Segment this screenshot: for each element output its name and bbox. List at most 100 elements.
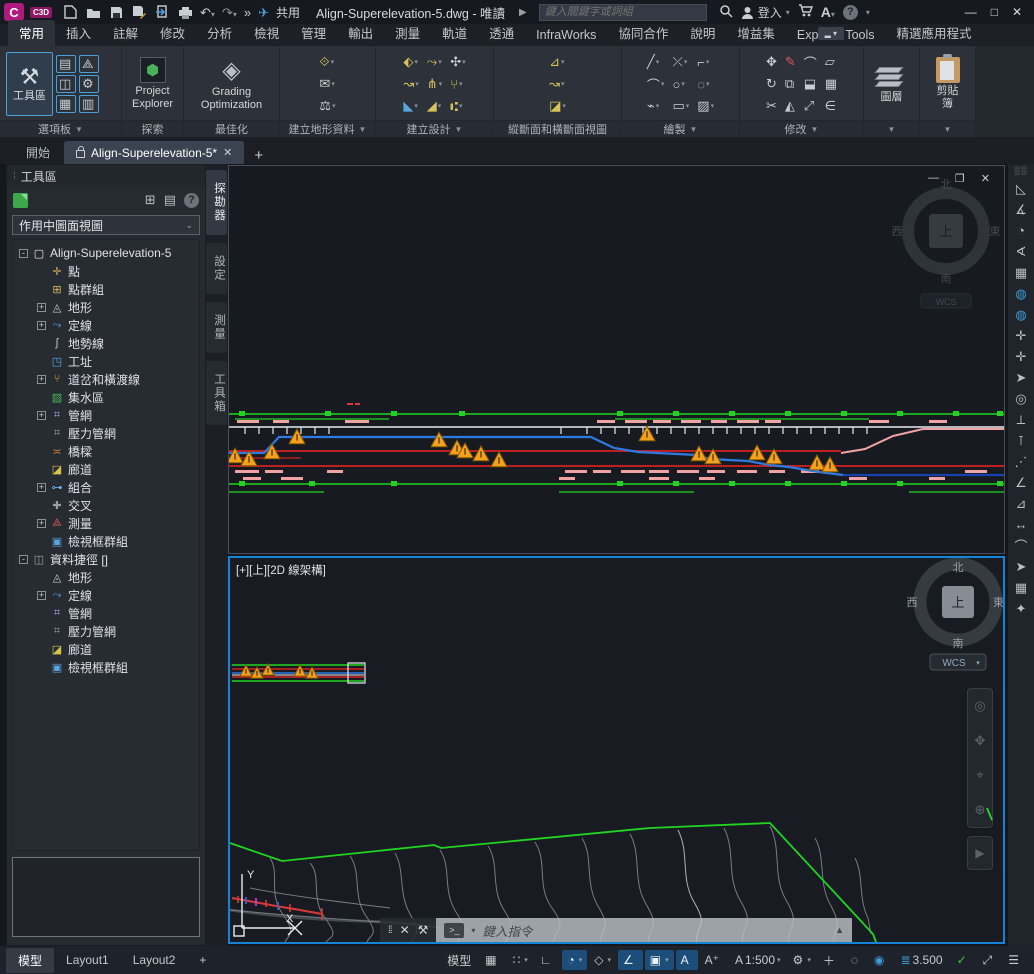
palette-small-button[interactable]: ⚙ xyxy=(79,75,99,93)
toolspace-tab[interactable]: 探勘器 xyxy=(206,170,227,235)
point-object-icon[interactable]: ➤ xyxy=(1010,367,1032,388)
autodesk-account-icon[interactable]: A▾ xyxy=(821,5,835,19)
ribbon-tab[interactable]: 插入 xyxy=(55,20,102,46)
modify-tool-button[interactable]: ◭ xyxy=(783,96,798,116)
palette-small-button[interactable]: ⟁ xyxy=(79,55,99,73)
toolspace-button[interactable]: ⚒ 工具區 xyxy=(6,52,53,116)
annotation-monitor-icon[interactable]: ＋ xyxy=(818,949,844,972)
side-shot-icon[interactable]: ⊺ xyxy=(1010,430,1032,451)
search-icon[interactable] xyxy=(719,4,733,21)
grading-optimization-button[interactable]: ◈ Grading Optimization xyxy=(190,52,273,116)
panel-label-draw[interactable]: 繪製▼ xyxy=(622,120,739,137)
panel-label-clipboard[interactable]: ▼ xyxy=(920,120,975,137)
modify-tool-button[interactable]: ∈ xyxy=(823,96,839,116)
ribbon-tab[interactable]: 管理 xyxy=(290,20,337,46)
tree-expander[interactable]: + xyxy=(37,321,46,330)
palette-small-button[interactable]: ◫ xyxy=(56,75,76,93)
profile-tool-button[interactable]: ⊿▾ xyxy=(547,52,568,72)
search-input[interactable] xyxy=(545,6,701,18)
navigation-wheel-icon[interactable]: ◎ xyxy=(974,698,985,714)
ribbon-tab[interactable]: 常用 xyxy=(8,20,55,46)
drawing-tab[interactable]: Align-Superelevation-5* ✕ xyxy=(64,141,244,164)
ribbon-tab[interactable]: 增益集 xyxy=(726,20,786,46)
tree-item[interactable]: + ⤳ 定線 xyxy=(13,586,199,604)
profile-tool-button[interactable]: ◪▾ xyxy=(547,96,568,116)
plan-view[interactable]: 上 北 南 西 東 WCS ▾ xyxy=(230,558,1003,942)
tree-item[interactable]: ◬ 地形 xyxy=(13,568,199,586)
sign-in-button[interactable]: 登入▾ xyxy=(741,4,790,21)
close-tab-icon[interactable]: ✕ xyxy=(223,146,232,159)
customization-icon[interactable]: ☰ xyxy=(1003,950,1028,970)
close-button[interactable]: ✕ xyxy=(1012,5,1022,19)
draw-tool-button[interactable]: ⌒▾ xyxy=(645,74,667,94)
draw-tool-button[interactable]: ⤫▾ xyxy=(670,52,691,72)
wcs-menu[interactable]: WCS ▾ xyxy=(930,654,986,670)
annotation-autoscale-icon[interactable]: A⁺ xyxy=(700,950,728,970)
modify-tool-button[interactable]: ▦ xyxy=(823,74,839,94)
design-tool-button[interactable]: ⤳▾ xyxy=(425,52,444,72)
modify-tool-button[interactable]: ✥ xyxy=(764,52,779,72)
project-explorer-button[interactable]: ⬢ Project Explorer xyxy=(126,52,179,116)
draw-tool-button[interactable]: ○▾ xyxy=(670,74,691,94)
toolspace-tab[interactable]: 設定 xyxy=(206,243,227,294)
panel-label-design[interactable]: 建立設計▼ xyxy=(376,120,493,137)
toolspace-help-icon[interactable]: ? xyxy=(184,193,199,208)
design-tool-button[interactable]: ↝▾ xyxy=(401,74,420,94)
transfer-icon[interactable] xyxy=(154,4,170,20)
grid-display-icon[interactable]: ▦ xyxy=(480,950,505,970)
preview-toggle-icon[interactable]: ▤ xyxy=(164,192,176,208)
ribbon-tab[interactable]: 軌道 xyxy=(431,20,478,46)
design-tool-button[interactable]: ⬖▾ xyxy=(401,52,420,72)
design-tool-button[interactable]: ✣▾ xyxy=(448,52,467,72)
viewport-bottom-active[interactable]: [+][上][2D 線架構] 上 北 南 西 東 WCS ▾ xyxy=(228,556,1005,944)
ribbon-tab[interactable]: 輸出 xyxy=(337,20,384,46)
ribbon-tab[interactable]: 協同合作 xyxy=(607,20,679,46)
add-selected-icon[interactable]: ▦ xyxy=(1010,577,1032,598)
annotation-visibility-icon[interactable]: A xyxy=(676,950,698,970)
angle-distance-icon[interactable]: ◺ xyxy=(1010,178,1032,199)
match-length-icon[interactable]: ↔ xyxy=(1010,514,1032,535)
toolbar-grip[interactable]: ▒▒ xyxy=(1014,166,1027,175)
panel-label-terrain[interactable]: 建立地形資料▼ xyxy=(280,120,375,137)
viewcube-ghost[interactable]: 上 北 南 西 東 WCS xyxy=(892,178,1001,308)
tree-item[interactable]: ◳ 工址 xyxy=(13,352,199,370)
isolate-objects-icon[interactable]: ✦ xyxy=(1010,598,1032,619)
ribbon-tab[interactable]: InfraWorks xyxy=(525,25,607,46)
palette-small-button[interactable]: ▤ xyxy=(56,55,76,73)
new-drawing-icon[interactable] xyxy=(62,4,78,20)
tree-item[interactable]: + ◬ 地形 xyxy=(13,298,199,316)
draw-tool-button[interactable]: ⌐▾ xyxy=(695,52,716,72)
superelevation-view[interactable]: 上 北 南 西 東 WCS xyxy=(229,166,1004,553)
toolspace-titlebar[interactable]: ⁞ 工具區 xyxy=(7,165,205,187)
tree-item[interactable]: ▣ 檢視框群組 xyxy=(13,658,199,676)
tree-expander[interactable]: + xyxy=(37,591,46,600)
point-number-icon[interactable]: ✛ xyxy=(1010,325,1032,346)
command-line[interactable]: ⁞⁞ ✕ ⚒ >_ ▾ 鍵入指令 ▲ xyxy=(380,918,852,942)
plot-icon[interactable] xyxy=(177,4,193,20)
tree-item[interactable]: ✛ 點 xyxy=(13,262,199,280)
tree-item[interactable]: ▧ 集水區 xyxy=(13,388,199,406)
share-icon[interactable]: ✈ xyxy=(258,6,269,19)
pan-icon[interactable]: ✥ xyxy=(975,733,986,749)
isolate-objects-icon[interactable]: ◌ xyxy=(846,950,867,970)
doc-close-button[interactable]: ✕ xyxy=(981,172,990,185)
ortho-mode-icon[interactable]: ∟ xyxy=(535,950,561,970)
layers-button[interactable]: 圖層 xyxy=(871,52,913,116)
command-prompt-icon[interactable]: >_ xyxy=(444,923,464,938)
model-space-button[interactable]: 模型 xyxy=(440,949,478,972)
share-label[interactable]: 共用 xyxy=(276,4,300,21)
layout-tab[interactable]: Layout1 xyxy=(54,949,121,971)
drag-handle-icon[interactable]: ⁞⁞ xyxy=(388,925,392,936)
panel-label-modify[interactable]: 修改▼ xyxy=(740,120,863,137)
draw-tool-button[interactable]: ▨▾ xyxy=(695,96,716,116)
terrain-tool-button[interactable]: ⚖▾ xyxy=(317,96,337,116)
save-icon[interactable] xyxy=(108,4,124,20)
title-flyout-icon[interactable]: ▶ xyxy=(519,7,527,18)
latitude-longitude-icon[interactable]: ◍ xyxy=(1010,304,1032,325)
snap-mode-icon[interactable]: ∷ ▾ xyxy=(508,950,533,970)
select-similar-icon[interactable]: ➤ xyxy=(1010,556,1032,577)
tree-item[interactable]: - ◫ 資料捷徑 [] xyxy=(13,550,199,568)
tree-item[interactable]: ◪ 廊道 xyxy=(13,460,199,478)
command-history-icon[interactable]: ▲ xyxy=(835,925,844,935)
palette-small-button[interactable]: ▦ xyxy=(56,95,76,113)
